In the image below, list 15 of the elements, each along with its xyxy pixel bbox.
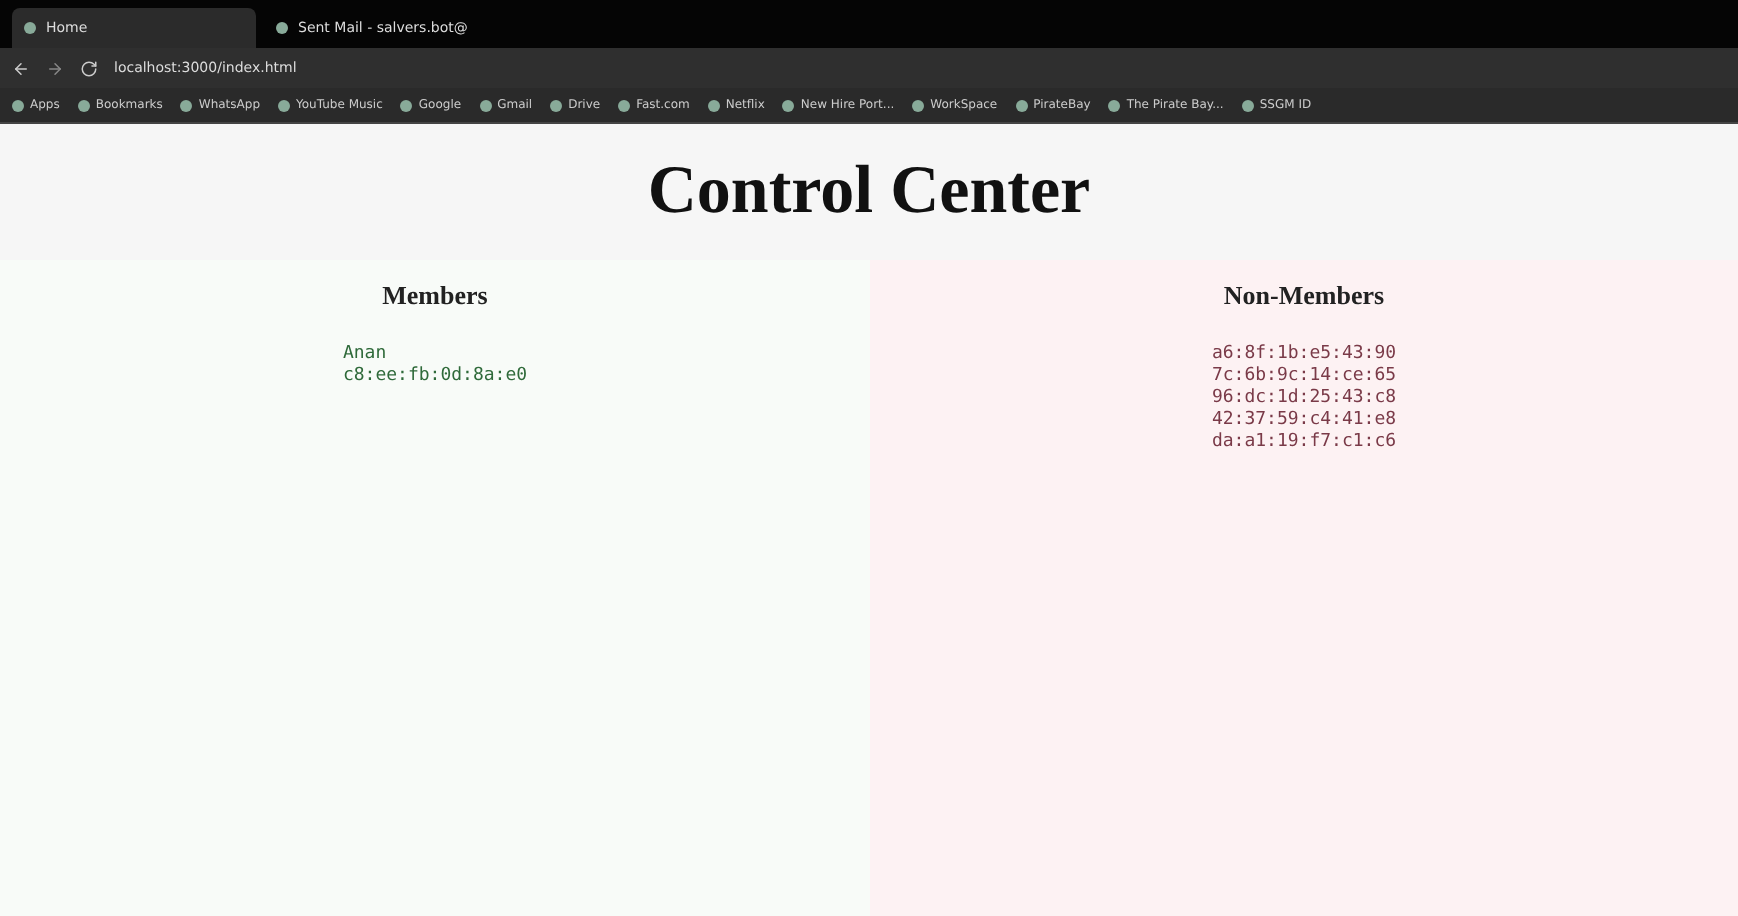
forward-icon[interactable] bbox=[46, 59, 64, 77]
mac-address: a6:8f:1b:e5:43:90 bbox=[1211, 344, 1397, 366]
tab-favicon-icon bbox=[24, 22, 36, 34]
mac-address: 96:dc:1d:25:43:c8 bbox=[1211, 388, 1397, 410]
member-mac: c8:ee:fb:0d:8a:e0 bbox=[342, 366, 528, 388]
member-name: Anan bbox=[342, 344, 389, 366]
reload-icon[interactable] bbox=[80, 59, 98, 77]
non-members-heading: Non-Members bbox=[1223, 280, 1385, 312]
back-icon[interactable] bbox=[12, 59, 30, 77]
page-title: Control Center bbox=[647, 154, 1091, 230]
mac-address: 7c:6b:9c:14:ce:65 bbox=[1211, 366, 1397, 388]
tab-favicon-icon bbox=[276, 22, 288, 34]
mac-address: 42:37:59:c4:41:e8 bbox=[1211, 410, 1397, 432]
members-heading: Members bbox=[382, 280, 488, 312]
mac-address: da:a1:19:f7:c1:c6 bbox=[1211, 432, 1397, 454]
